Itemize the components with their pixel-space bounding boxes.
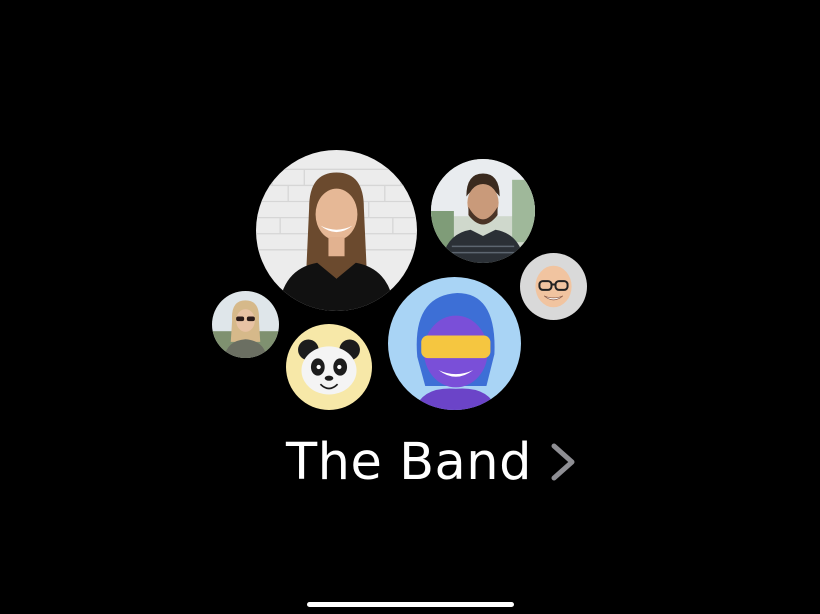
avatar-panda-animoji[interactable] [286,324,372,410]
blue-hair-memoji-image [388,277,521,410]
woman-photo-image [256,150,417,311]
avatar-sunglasses-photo[interactable] [212,291,279,358]
group-name-label: The Band [286,432,533,492]
group-name-button[interactable]: The Band [286,430,578,494]
avatar-woman-photo[interactable] [256,150,417,311]
home-indicator[interactable] [307,602,514,607]
avatar-man-photo[interactable] [431,159,535,263]
chevron-right-icon [551,443,575,481]
sunglasses-photo-image [212,291,279,358]
bald-memoji-image [520,253,587,320]
avatar-blue-hair-memoji[interactable] [388,277,521,410]
man-photo-image [431,159,535,263]
panda-animoji-image [286,324,372,410]
avatar-bald-memoji[interactable] [520,253,587,320]
